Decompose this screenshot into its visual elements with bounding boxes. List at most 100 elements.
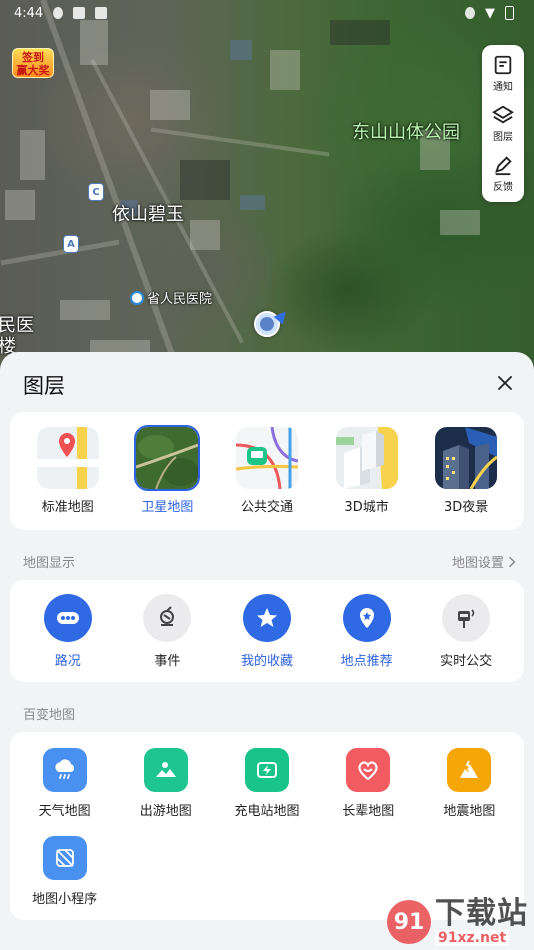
elder-icon bbox=[358, 761, 378, 781]
watermark-text: 下载站 91xz.net bbox=[435, 898, 528, 946]
layers-label: 图层 bbox=[493, 131, 513, 143]
bus-stop-icon bbox=[458, 609, 475, 628]
mini-program-map-label: 地图小程序 bbox=[32, 892, 98, 907]
satellite-map-thumbnail bbox=[134, 425, 201, 491]
layer-standard[interactable]: 标准地图 bbox=[23, 412, 113, 530]
watermark-logo: 91 bbox=[387, 900, 431, 944]
toggle-favorites[interactable]: 我的收藏 bbox=[222, 580, 312, 682]
status-bar: 4:44 ▼ bbox=[0, 0, 534, 26]
star-icon bbox=[256, 608, 277, 627]
toggle-place-recommend[interactable]: 地点推荐 bbox=[322, 580, 412, 682]
sheet-header: 图层 bbox=[0, 352, 534, 412]
layer-satellite-label: 卫星地图 bbox=[141, 500, 194, 515]
weather-map-label: 天气地图 bbox=[38, 804, 91, 819]
variety-maps-header: 百变地图 bbox=[23, 704, 516, 723]
earthquake-icon bbox=[460, 760, 479, 778]
avatar bbox=[260, 317, 274, 331]
place-recommend-label: 地点推荐 bbox=[340, 654, 393, 669]
map-label-estate[interactable]: 依山碧玉 bbox=[112, 200, 184, 226]
standard-map-thumbnail bbox=[36, 427, 99, 489]
layers-button[interactable]: 图层 bbox=[492, 104, 514, 143]
charging-map-entry[interactable]: 充电站地图 bbox=[216, 748, 317, 836]
map-settings-label: 地图设置 bbox=[451, 556, 504, 571]
close-icon bbox=[498, 376, 512, 390]
weather-icon bbox=[54, 759, 74, 779]
layer-transit[interactable]: 公共交通 bbox=[222, 412, 312, 530]
3d-night-thumbnail bbox=[435, 427, 498, 489]
base-layer-card: 标准地图 卫星地图 公共交通 3D城市 3D夜景 bbox=[10, 412, 524, 530]
sheet-title: 图层 bbox=[23, 374, 65, 398]
layers-icon bbox=[492, 105, 514, 124]
earthquake-map-entry[interactable]: 地震地图 bbox=[419, 748, 520, 836]
bus-stop-marker-a[interactable]: A bbox=[63, 235, 79, 253]
traffic-label: 路况 bbox=[54, 654, 81, 669]
charging-map-icon-bg bbox=[244, 748, 289, 792]
travel-map-icon-bg bbox=[143, 748, 188, 792]
map-display-card: 路况 事件 我的收藏 地点推荐 实时公交 bbox=[10, 580, 524, 682]
mini-program-map-entry[interactable]: 地图小程序 bbox=[14, 836, 115, 924]
hospital-pin-icon bbox=[130, 290, 144, 305]
layer-3d-city[interactable]: 3D城市 bbox=[322, 412, 412, 530]
feedback-icon bbox=[495, 156, 512, 175]
hospital-poi[interactable]: 省人民医院 bbox=[130, 288, 212, 307]
watermark-main: 下载站 bbox=[435, 896, 528, 931]
checkin-promo-badge[interactable]: 签到 赢大奖 bbox=[12, 48, 54, 78]
bus-stop-marker-c[interactable]: C bbox=[88, 183, 104, 201]
layer-satellite[interactable]: 卫星地图 bbox=[122, 412, 212, 530]
map-display-header: 地图显示 地图设置 bbox=[23, 552, 516, 571]
transit-map-thumbnail bbox=[235, 427, 298, 489]
favorites-toggle-circle bbox=[242, 594, 291, 642]
layer-3d-night[interactable]: 3D夜景 bbox=[421, 412, 511, 530]
map-side-toolbar: 通知 图层 反馈 bbox=[482, 45, 524, 202]
toggle-realtime-bus[interactable]: 实时公交 bbox=[421, 580, 511, 682]
elder-map-entry[interactable]: 长辈地图 bbox=[318, 748, 419, 836]
map-label-park[interactable]: 东山山体公园 bbox=[352, 118, 460, 144]
toggle-events[interactable]: 事件 bbox=[122, 580, 212, 682]
notification-button[interactable]: 通知 bbox=[492, 54, 514, 93]
mini-program-map-icon-bg bbox=[42, 836, 87, 880]
earthquake-map-icon-bg bbox=[447, 748, 492, 792]
map-display-title: 地图显示 bbox=[23, 556, 76, 571]
chevron-right-icon bbox=[509, 556, 516, 567]
realtime-bus-toggle-circle bbox=[442, 594, 491, 642]
charging-map-label: 充电站地图 bbox=[234, 804, 300, 819]
satellite-map[interactable]: 4:44 ▼ 签到 赢大奖 东山山体公园 依山碧玉 民医 楼 省人民医院 C A… bbox=[0, 0, 534, 380]
favorites-label: 我的收藏 bbox=[240, 654, 293, 669]
layer-3d-city-label: 3D城市 bbox=[344, 500, 389, 515]
traffic-toggle-circle bbox=[43, 594, 92, 642]
notification-label: 通知 bbox=[493, 82, 513, 94]
battery-icon bbox=[505, 6, 514, 20]
weather-map-entry[interactable]: 天气地图 bbox=[14, 748, 115, 836]
layer-transit-label: 公共交通 bbox=[240, 500, 293, 515]
layer-standard-label: 标准地图 bbox=[41, 500, 94, 515]
event-icon bbox=[160, 606, 175, 626]
travel-icon bbox=[155, 762, 176, 777]
status-time: 4:44 bbox=[14, 5, 44, 21]
notification-dot-icon bbox=[53, 7, 64, 19]
mini-program-icon bbox=[55, 849, 74, 867]
travel-map-entry[interactable]: 出游地图 bbox=[115, 748, 216, 836]
place-recommend-toggle-circle bbox=[342, 594, 391, 642]
location-status-icon bbox=[465, 7, 475, 19]
events-label: 事件 bbox=[154, 654, 181, 669]
travel-map-label: 出游地图 bbox=[139, 804, 192, 819]
feedback-button[interactable]: 反馈 bbox=[492, 154, 514, 193]
layer-3d-night-label: 3D夜景 bbox=[444, 500, 489, 515]
realtime-bus-label: 实时公交 bbox=[440, 654, 493, 669]
site-watermark: 91 下载站 91xz.net bbox=[387, 898, 528, 946]
variety-maps-card: 天气地图 出游地图 充电站地图 长辈地图 地震地图 地图小程序 bbox=[10, 732, 524, 920]
app-notification-icon bbox=[73, 7, 86, 19]
place-recommend-icon bbox=[359, 608, 374, 628]
close-button[interactable] bbox=[494, 372, 516, 394]
notification-icon bbox=[494, 56, 512, 75]
weather-map-icon-bg bbox=[42, 748, 87, 792]
map-settings-link[interactable]: 地图设置 bbox=[452, 552, 516, 571]
toggle-traffic[interactable]: 路况 bbox=[23, 580, 113, 682]
variety-maps-title: 百变地图 bbox=[23, 708, 76, 723]
wifi-icon: ▼ bbox=[485, 5, 495, 21]
cast-icon bbox=[95, 7, 108, 19]
promo-line2: 赢大奖 bbox=[16, 64, 50, 77]
layers-sheet: 图层 标准地图 卫星地图 公共交通 3D城市 3D夜景 地图显示 地图设置 路况… bbox=[0, 352, 534, 950]
elder-map-label: 长辈地图 bbox=[342, 804, 395, 819]
hospital-label: 省人民医院 bbox=[147, 292, 213, 307]
